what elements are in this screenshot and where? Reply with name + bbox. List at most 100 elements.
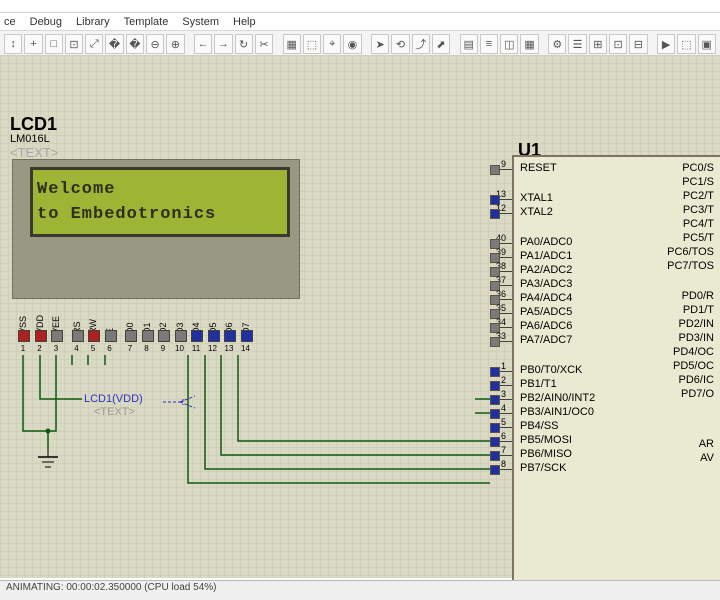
status-text: ANIMATING: 00:00:02.350000 (CPU load 54%… bbox=[6, 582, 216, 593]
chip-pin-label: PC2/T bbox=[683, 191, 714, 202]
chip-pin-label: PB3/AIN1/OC0 bbox=[520, 407, 594, 418]
toolbar-button[interactable]: ⊞ bbox=[589, 34, 607, 54]
lcd-pin[interactable] bbox=[88, 330, 100, 342]
toolbar-button[interactable]: ⤢ bbox=[85, 34, 103, 54]
toolbar-button[interactable]: ⬚ bbox=[677, 34, 695, 54]
lcd-pin-number: 1 bbox=[17, 344, 29, 353]
toolbar-button[interactable]: ▶ bbox=[657, 34, 675, 54]
lcd-pin[interactable] bbox=[142, 330, 154, 342]
lcd-text-placeholder: <TEXT> bbox=[10, 145, 58, 160]
toolbar-button[interactable]: � bbox=[105, 34, 123, 54]
toolbar-button[interactable]: ▦ bbox=[520, 34, 538, 54]
toolbar-button[interactable]: ➤ bbox=[371, 34, 389, 54]
lcd-pin[interactable] bbox=[224, 330, 236, 342]
chip-pin-label: PC1/S bbox=[682, 177, 714, 188]
chip-pin[interactable] bbox=[490, 165, 500, 175]
lcd-pin[interactable] bbox=[18, 330, 30, 342]
chip-pin-label: AV bbox=[700, 453, 714, 464]
lcd-ref: LCD1 bbox=[10, 115, 58, 133]
lcd-pin-number: 5 bbox=[87, 344, 99, 353]
chip-pin-label: PB6/MISO bbox=[520, 449, 572, 460]
chip-pin-label: PA5/ADC5 bbox=[520, 307, 572, 318]
toolbar-button[interactable]: ◉ bbox=[343, 34, 361, 54]
lcd-pin-number: 12 bbox=[207, 344, 219, 353]
toolbar-button[interactable]: ≡ bbox=[480, 34, 498, 54]
toolbar-button[interactable]: ▣ bbox=[698, 34, 716, 54]
menu-library[interactable]: Library bbox=[76, 16, 110, 28]
net-label[interactable]: LCD1(VDD) bbox=[84, 393, 143, 405]
lcd-pin-number: 8 bbox=[141, 344, 153, 353]
toolbar-button[interactable]: ▤ bbox=[460, 34, 478, 54]
chip-pin[interactable] bbox=[490, 465, 500, 475]
toolbar-button[interactable]: ← bbox=[194, 34, 212, 54]
toolbar-button[interactable]: □ bbox=[45, 34, 63, 54]
lcd-pin[interactable] bbox=[175, 330, 187, 342]
statusbar: ANIMATING: 00:00:02.350000 (CPU load 54%… bbox=[0, 580, 720, 600]
lcd-pin[interactable] bbox=[72, 330, 84, 342]
chip-pin[interactable] bbox=[490, 337, 500, 347]
lcd-component[interactable]: LCD1 LM016L <TEXT> bbox=[10, 115, 58, 160]
toolbar-button[interactable]: ⊡ bbox=[65, 34, 83, 54]
lcd-pin-number: 3 bbox=[50, 344, 62, 353]
chip-pin-label: PC7/TOS bbox=[667, 261, 714, 272]
menu-help[interactable]: Help bbox=[233, 16, 256, 28]
menu-ce[interactable]: ce bbox=[4, 16, 16, 28]
toolbar-button[interactable]: ⤴ bbox=[412, 34, 430, 54]
lcd-pin[interactable] bbox=[241, 330, 253, 342]
lcd-pin[interactable] bbox=[158, 330, 170, 342]
chip-pin-label: PD1/T bbox=[683, 305, 714, 316]
chip-pin-label: PC3/T bbox=[683, 205, 714, 216]
menu-template[interactable]: Template bbox=[124, 16, 169, 28]
chip-pin[interactable] bbox=[490, 209, 500, 219]
lcd-pin[interactable] bbox=[35, 330, 47, 342]
toolbar-button[interactable]: ⬈ bbox=[432, 34, 450, 54]
lcd-part: LM016L bbox=[10, 133, 58, 145]
toolbar-button[interactable]: ⊖ bbox=[146, 34, 164, 54]
chip-pin-label: PB5/MOSI bbox=[520, 435, 572, 446]
chip-pin-label: PD7/O bbox=[681, 389, 714, 400]
toolbar-button[interactable]: � bbox=[126, 34, 144, 54]
lcd-pin-number: 4 bbox=[71, 344, 83, 353]
probe-icon bbox=[162, 393, 202, 413]
toolbar-button[interactable]: ▦ bbox=[283, 34, 301, 54]
lcd-pin-number: 13 bbox=[223, 344, 235, 353]
toolbar-button[interactable]: ⊕ bbox=[166, 34, 184, 54]
menubar: ce Debug Library Template System Help bbox=[0, 13, 720, 30]
lcd-pin[interactable] bbox=[51, 330, 63, 342]
chip-pin-label: PA3/ADC3 bbox=[520, 279, 572, 290]
lcd-pin[interactable] bbox=[105, 330, 117, 342]
toolbar-button[interactable]: ◫ bbox=[500, 34, 518, 54]
lcd-pin-number: 11 bbox=[190, 344, 202, 353]
ground-symbol bbox=[36, 449, 60, 476]
menu-debug[interactable]: Debug bbox=[30, 16, 62, 28]
toolbar-button[interactable]: ⊟ bbox=[629, 34, 647, 54]
toolbar-button[interactable]: ☰ bbox=[568, 34, 586, 54]
lcd-pin-number: 2 bbox=[34, 344, 46, 353]
chip-pin-label: PA6/ADC6 bbox=[520, 321, 572, 332]
toolbar-button[interactable]: + bbox=[24, 34, 42, 54]
chip-pin-label: PD3/IN bbox=[679, 333, 714, 344]
schematic-canvas[interactable]: LCD1 LM016L <TEXT> Welcome to Embedotron… bbox=[0, 55, 720, 578]
toolbar-button[interactable]: ⟲ bbox=[391, 34, 409, 54]
net-label-sub: <TEXT> bbox=[94, 406, 135, 418]
toolbar-button[interactable]: ⌖ bbox=[323, 34, 341, 54]
chip-pin-label: XTAL2 bbox=[520, 207, 553, 218]
lcd-pin-number: 10 bbox=[174, 344, 186, 353]
lcd-pin[interactable] bbox=[125, 330, 137, 342]
chip-pin-label: PB1/T1 bbox=[520, 379, 557, 390]
toolbar-button[interactable]: ⬚ bbox=[303, 34, 321, 54]
chip-pin-label: PD2/IN bbox=[679, 319, 714, 330]
toolbar-button[interactable]: ⊡ bbox=[609, 34, 627, 54]
lcd-pin[interactable] bbox=[208, 330, 220, 342]
chip-pin-label: RESET bbox=[520, 163, 557, 174]
toolbar-button[interactable]: → bbox=[214, 34, 232, 54]
chip-pin-label: PA1/ADC1 bbox=[520, 251, 572, 262]
toolbar-button[interactable]: ↕ bbox=[4, 34, 22, 54]
toolbar-button[interactable]: ↻ bbox=[235, 34, 253, 54]
toolbar-button[interactable]: ⚙ bbox=[548, 34, 566, 54]
lcd-pin-number: 14 bbox=[240, 344, 252, 353]
chip-pin-label: PD4/OC bbox=[673, 347, 714, 358]
toolbar-button[interactable]: ✂ bbox=[255, 34, 273, 54]
lcd-pin[interactable] bbox=[191, 330, 203, 342]
menu-system[interactable]: System bbox=[182, 16, 219, 28]
